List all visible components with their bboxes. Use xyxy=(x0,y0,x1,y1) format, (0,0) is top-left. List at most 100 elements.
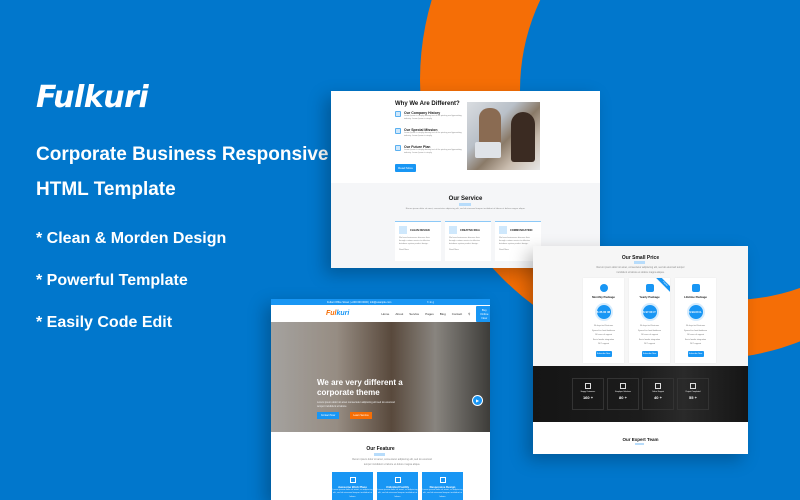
buy-now-button[interactable]: Buy Online Now xyxy=(476,305,490,322)
customers-icon xyxy=(585,383,591,389)
subscribe-button[interactable]: Subscribe Now xyxy=(687,350,704,357)
plan-name: Lifetime Package xyxy=(684,295,707,299)
about-item-text: Lorem Ipsum is simply dummy text of the … xyxy=(404,149,462,154)
pricing-section: Our Small Price Rerum ipsum dolor sit am… xyxy=(533,246,748,366)
read-more-button[interactable]: Read More xyxy=(395,164,416,172)
stat-box: Employer Solutions 80 + xyxy=(607,378,639,410)
tagline-line-2: HTML Template xyxy=(36,179,176,200)
team-section: Our Expert Team xyxy=(533,422,748,454)
tagline: Corporate Business Responsive HTML Templ… xyxy=(36,137,328,207)
about-section: Why We Are Different? Our Company Histor… xyxy=(331,91,600,183)
stat-label: Project Completed xyxy=(685,391,701,393)
nav-contact[interactable]: Contact xyxy=(452,312,462,316)
learn-service-button[interactable]: Learn Service xyxy=(350,412,372,419)
stat-label: Employer Solutions xyxy=(615,391,631,393)
service-card: CREATIVE IDEA We have businesses discove… xyxy=(445,221,491,261)
team-photo xyxy=(467,102,540,170)
price-card: Lifetime Package $ 99.00 /L 30 days tria… xyxy=(675,278,716,363)
logo[interactable]: Fulkuri xyxy=(326,310,349,317)
stat-box: Online Support 40 + xyxy=(642,378,674,410)
nav-pages[interactable]: Pages xyxy=(425,312,434,316)
plan-price: $ 99.00 /L xyxy=(686,303,705,321)
future-icon xyxy=(395,145,401,151)
nav-about[interactable]: About xyxy=(395,312,403,316)
feature-item: * Clean & Morden Design xyxy=(36,230,227,247)
service-card-title: CREATIVE IDEA xyxy=(460,228,480,232)
brand-title: Fulkuri xyxy=(36,80,149,115)
plan-feature: 24/7 support xyxy=(689,343,702,346)
service-read-more[interactable]: Read More xyxy=(399,248,437,253)
about-item-text: Lorem Ipsum is simply dummy text of the … xyxy=(404,115,462,120)
service-card: CLEAN DESIGN We have businesses discover… xyxy=(395,221,441,261)
nav-home[interactable]: Home xyxy=(381,312,389,316)
hero-title: We are very different a corporate theme xyxy=(317,378,403,397)
team-title: Our Expert Team xyxy=(622,437,659,442)
price-card: Popular Yearly Package $ 97.00 /Y 30 day… xyxy=(629,278,670,363)
price-card: Monthly Package $ 35.00 /M 30 days trial… xyxy=(583,278,624,363)
contact-info: Fulkuri Office Street | +000 000 0000 | … xyxy=(327,300,392,304)
popular-ribbon: Popular xyxy=(655,278,670,294)
service-desc: Rerum ipsum dolor sit amet, consectetur … xyxy=(405,208,526,210)
nav-service[interactable]: Service xyxy=(409,312,419,316)
stat-value: 80 + xyxy=(619,395,627,400)
title-underline xyxy=(635,443,644,445)
about-item-text: Lorem Ipsum is simply dummy text of the … xyxy=(404,132,462,137)
responsive-icon xyxy=(439,477,446,483)
homepage-preview: Fulkuri Office Street | +000 000 0000 | … xyxy=(271,299,490,500)
service-card-text: We have businesses discover their throug… xyxy=(499,237,530,245)
feature-card: Awesome Work Place Lorem ipsum dolor sit… xyxy=(332,472,373,500)
service-read-more[interactable]: Read More xyxy=(499,248,537,253)
plan-price: $ 97.00 /Y xyxy=(640,303,659,321)
database-icon xyxy=(691,284,700,292)
service-card-title: CLEAN DESIGN xyxy=(410,228,430,232)
about-service-preview: Why We Are Different? Our Company Histor… xyxy=(331,91,600,268)
logo-part-2: kuri xyxy=(336,310,350,317)
service-cards: CLEAN DESIGN We have businesses discover… xyxy=(395,221,541,261)
stat-box: Happy Customers 160 + xyxy=(572,378,604,410)
subscribe-button[interactable]: Subscribe Now xyxy=(595,350,612,357)
hero-desc: Lorem ipsum dolor sit amet consectetur a… xyxy=(317,401,395,408)
stat-label: Online Support xyxy=(652,391,664,393)
feature-title: Our Feature xyxy=(366,446,395,452)
stat-value: 40 + xyxy=(654,395,662,400)
feature-card-text: Lorem ipsum dolor sit amet, co adipiscin… xyxy=(422,489,463,498)
plan-feature: 24/7 support xyxy=(643,343,656,346)
mission-icon xyxy=(395,128,401,134)
stats-section: Happy Customers 160 + Employer Solutions… xyxy=(533,366,748,422)
social-icons[interactable]: f t in g xyxy=(427,301,434,304)
plan-price: $ 35.00 /M xyxy=(594,303,613,321)
plan-name: Yearly Package xyxy=(639,295,660,299)
about-title: Why We Are Different? xyxy=(395,101,460,107)
stat-value: 55 + xyxy=(689,395,697,400)
idea-icon xyxy=(449,226,457,234)
workplace-icon xyxy=(349,477,356,483)
play-video-icon[interactable]: ▶ xyxy=(472,395,483,406)
pricing-preview: Our Small Price Rerum ipsum dolor sit am… xyxy=(533,246,748,454)
about-item: Our Future Plan Lorem Ipsum is simply du… xyxy=(395,145,463,155)
design-icon xyxy=(399,226,407,234)
feature-card: Unlimited Facility Lorem ipsum dolor sit… xyxy=(377,472,418,500)
about-item: Our Special Mission Lorem Ipsum is simpl… xyxy=(395,128,463,138)
feature-section: Our Feature Rerum ipsum dolor sit amet, … xyxy=(271,432,490,500)
feature-card: Responsive Design Lorem ipsum dolor sit … xyxy=(422,472,463,500)
support-icon xyxy=(655,383,661,389)
subscribe-button[interactable]: Subscribe Now xyxy=(641,350,658,357)
about-item: Our Company History Lorem Ipsum is simpl… xyxy=(395,111,463,121)
tagline-line-1: Corporate Business Responsive xyxy=(36,144,329,165)
feature-card-text: Lorem ipsum dolor sit amet, co adipiscin… xyxy=(377,489,418,498)
service-card-text: We have businesses discover their throug… xyxy=(449,237,480,245)
dollar-icon xyxy=(599,284,608,292)
contact-now-button[interactable]: Contact Now xyxy=(317,412,339,419)
stat-box: Project Completed 55 + xyxy=(677,378,709,410)
history-icon xyxy=(395,111,401,117)
nav-blog[interactable]: Blog xyxy=(440,312,446,316)
search-icon[interactable]: ⚲ xyxy=(468,312,470,316)
plan-feature: 24/7 support xyxy=(597,343,610,346)
pricing-desc: Rerum ipsum dolor sit amet, consectetur … xyxy=(596,266,685,274)
navbar: Fulkuri Home About Service Pages Blog Co… xyxy=(271,305,490,322)
hero-banner: We are very different a corporate theme … xyxy=(271,322,490,432)
service-read-more[interactable]: Read More xyxy=(449,248,487,253)
database-icon xyxy=(645,284,654,292)
title-underline xyxy=(374,453,385,456)
service-card-title: COMMUNICATION xyxy=(510,228,533,232)
